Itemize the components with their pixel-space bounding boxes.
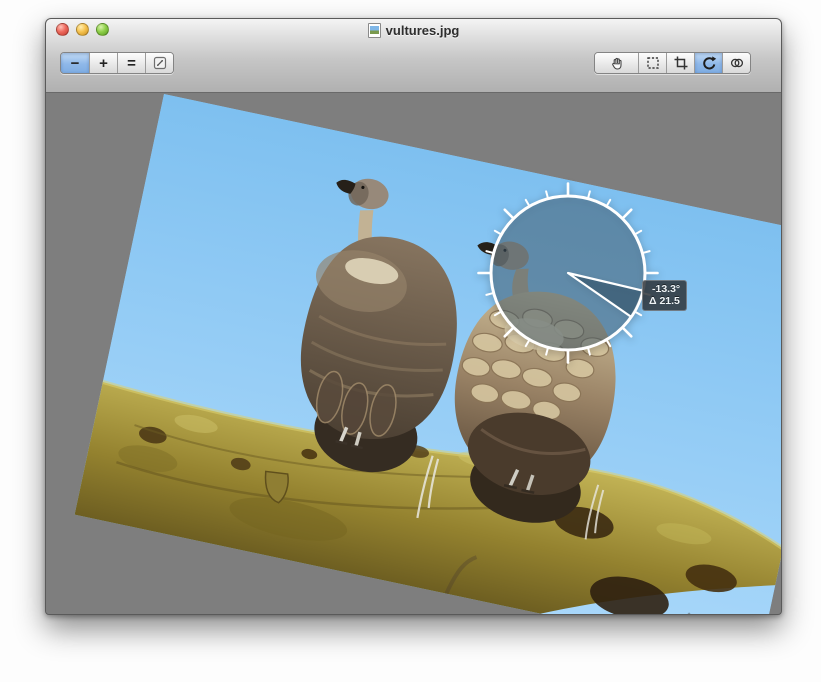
select-tool-button[interactable] (638, 53, 666, 73)
zoom-segmented-control: − + = (60, 52, 174, 74)
plus-icon: + (99, 55, 108, 72)
actual-size-button[interactable]: = (117, 53, 145, 73)
window-chrome: vultures.jpg − + = (46, 19, 781, 93)
minus-icon: − (71, 55, 80, 72)
rotate-tool-button[interactable] (694, 53, 722, 73)
rotation-delta-value: Δ 21.5 (649, 295, 680, 307)
titlebar[interactable]: vultures.jpg (46, 19, 781, 41)
fit-icon (152, 55, 168, 71)
crop-icon (673, 55, 689, 71)
equals-icon: = (127, 55, 136, 72)
crop-tool-button[interactable] (666, 53, 694, 73)
hand-icon (609, 55, 625, 71)
tools-segmented-control (594, 52, 751, 74)
rotation-angle-badge: -13.3° Δ 21.5 (642, 280, 687, 311)
rotate-icon (701, 55, 717, 71)
zoom-in-button[interactable]: + (89, 53, 117, 73)
zoom-to-fit-button[interactable] (145, 53, 173, 73)
zoom-out-button[interactable]: − (61, 53, 89, 73)
extract-tool-button[interactable] (722, 53, 750, 73)
rotation-angle-value: -13.3° (649, 283, 680, 295)
window-title: vultures.jpg (386, 23, 460, 38)
overlap-circles-icon (729, 55, 745, 71)
toolbar: − + = (46, 41, 781, 93)
image-viewer-window: vultures.jpg − + = (45, 18, 782, 615)
document-icon (368, 23, 381, 38)
marquee-icon (645, 55, 661, 71)
pan-tool-button[interactable] (595, 53, 638, 73)
rotation-dial[interactable] (46, 94, 782, 615)
canvas-area: -13.3° Δ 21.5 (46, 94, 782, 615)
